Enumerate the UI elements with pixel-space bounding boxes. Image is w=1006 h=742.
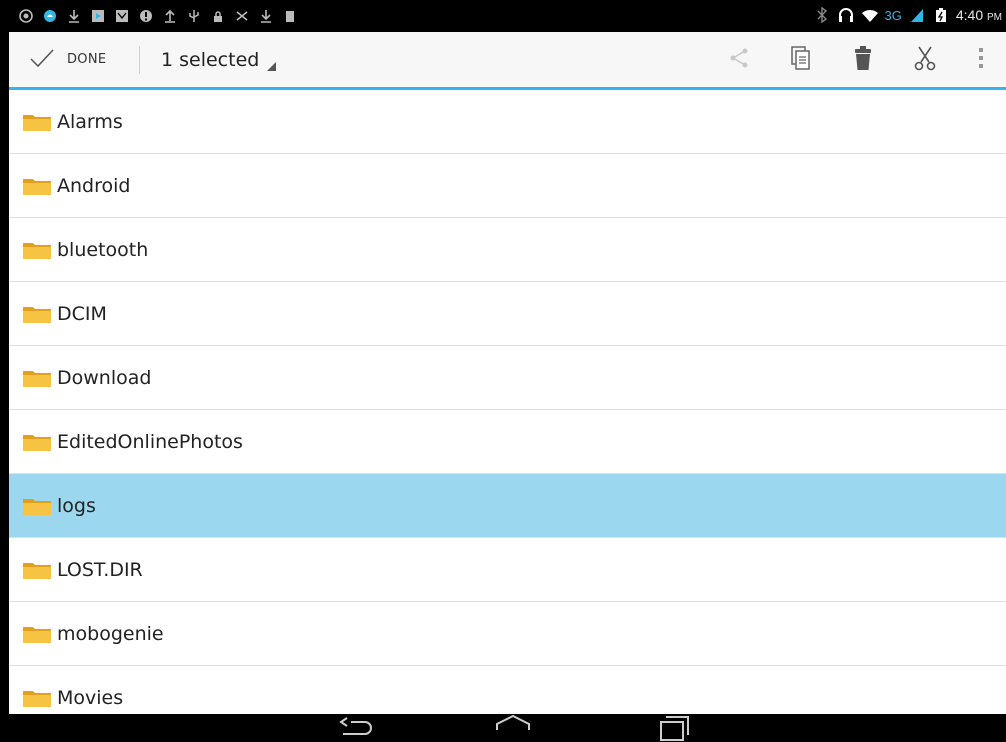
screenshot-icon — [17, 7, 35, 25]
wifi-icon — [861, 6, 879, 24]
home-button[interactable] — [493, 714, 533, 742]
scissors-app-icon — [233, 7, 251, 25]
dropdown-indicator-icon — [267, 62, 277, 71]
cut-icon — [913, 45, 937, 75]
selection-count-label: 1 selected — [161, 48, 260, 71]
folder-icon — [22, 368, 52, 388]
folder-row-logs[interactable]: logs — [9, 474, 1006, 538]
folder-name: Alarms — [57, 110, 123, 133]
clock-time: 4:40 — [955, 7, 984, 23]
folder-row-lost-dir[interactable]: LOST.DIR — [9, 538, 1006, 602]
clock: 4:40 PM — [956, 7, 1002, 23]
folder-row-download[interactable]: Download — [9, 346, 1006, 410]
download-icon — [257, 7, 275, 25]
delete-icon — [853, 45, 873, 75]
folder-icon — [22, 688, 52, 708]
android-icon — [41, 7, 59, 25]
play-store-icon — [89, 7, 107, 25]
contextual-action-bar: DONE 1 selected — [9, 32, 1006, 90]
folder-name: Download — [57, 366, 152, 389]
back-icon — [337, 717, 377, 742]
folder-icon — [22, 240, 52, 260]
system-icons: 3G 4:40 PM — [813, 6, 1002, 24]
recents-icon — [655, 716, 695, 742]
folder-row-editedonlinephotos[interactable]: EditedOnlinePhotos — [9, 410, 1006, 474]
delete-button[interactable] — [832, 32, 894, 87]
cut-button[interactable] — [894, 32, 956, 87]
navigation-bar — [9, 714, 1006, 742]
headset-icon — [837, 6, 855, 24]
folder-icon — [22, 432, 52, 452]
overflow-menu-button[interactable] — [956, 32, 1006, 87]
folder-icon — [22, 112, 52, 132]
clock-ampm: PM — [987, 12, 1002, 23]
battery-small-icon — [281, 7, 299, 25]
overflow-menu-icon — [978, 46, 984, 74]
folder-icon — [22, 496, 52, 516]
notification-icons — [17, 7, 299, 25]
folder-list: Alarms Android bluetooth DCIM Download E… — [9, 90, 1006, 730]
network-type: 3G — [884, 7, 902, 23]
share-button[interactable] — [708, 32, 770, 87]
folder-name: Android — [57, 174, 131, 197]
folder-name: mobogenie — [57, 622, 164, 645]
action-bar-actions — [708, 32, 1006, 87]
done-label: DONE — [67, 52, 107, 67]
folder-icon — [22, 176, 52, 196]
folder-name: DCIM — [57, 302, 107, 325]
folder-icon — [22, 624, 52, 644]
lock-icon — [209, 7, 227, 25]
share-icon — [728, 47, 750, 73]
folder-icon — [22, 304, 52, 324]
selection-count-dropdown[interactable]: 1 selected — [161, 32, 277, 87]
battery-icon — [932, 6, 950, 24]
usb-icon — [185, 7, 203, 25]
signal-icon — [908, 6, 926, 24]
copy-button[interactable] — [770, 32, 832, 87]
folder-row-alarms[interactable]: Alarms — [9, 90, 1006, 154]
mail-icon — [113, 7, 131, 25]
action-bar-divider — [139, 46, 140, 74]
home-icon — [493, 714, 533, 742]
app-window: 3G 4:40 PM DONE 1 selected Alarms Androi… — [9, 0, 1006, 742]
upload-icon — [161, 7, 179, 25]
folder-row-dcim[interactable]: DCIM — [9, 282, 1006, 346]
bluetooth-icon — [813, 6, 831, 24]
folder-row-mobogenie[interactable]: mobogenie — [9, 602, 1006, 666]
folder-name: bluetooth — [57, 238, 149, 261]
folder-name: Movies — [57, 686, 124, 709]
copy-icon — [790, 45, 812, 75]
status-bar: 3G 4:40 PM — [9, 0, 1006, 32]
back-button[interactable] — [337, 714, 377, 742]
folder-row-android[interactable]: Android — [9, 154, 1006, 218]
folder-name: EditedOnlinePhotos — [57, 430, 243, 453]
done-button[interactable]: DONE — [29, 32, 106, 87]
folder-row-bluetooth[interactable]: bluetooth — [9, 218, 1006, 282]
folder-icon — [22, 560, 52, 580]
folder-name: LOST.DIR — [57, 558, 143, 581]
recents-button[interactable] — [655, 714, 695, 742]
folder-name: logs — [57, 494, 96, 517]
alert-icon — [137, 7, 155, 25]
download-icon — [65, 7, 83, 25]
checkmark-icon — [29, 48, 55, 72]
